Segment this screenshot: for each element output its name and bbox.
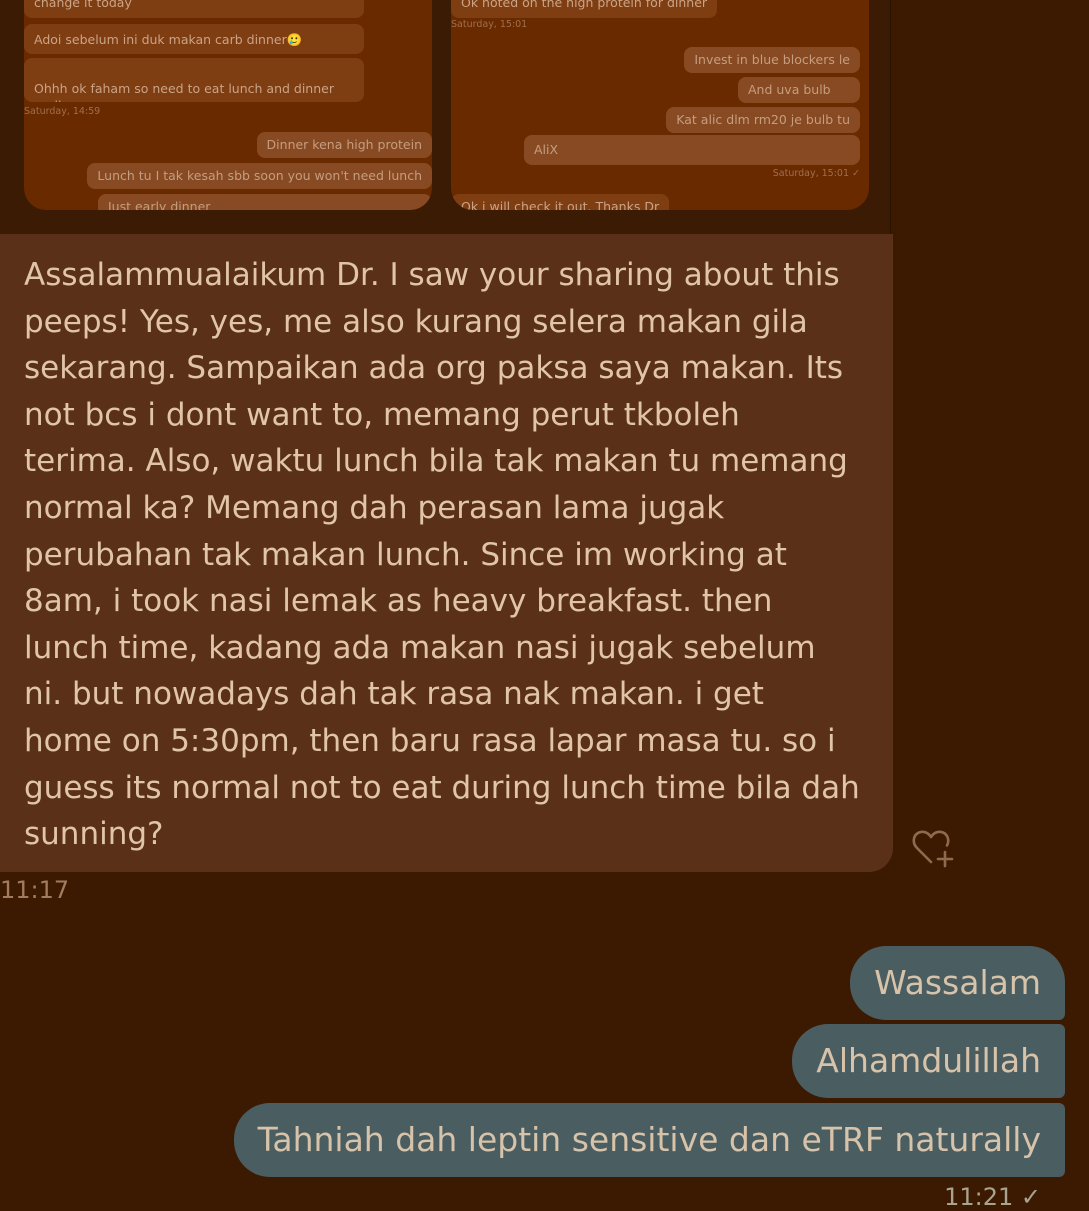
mini-incoming-bubble: Ok noted on the high protein for dinner bbox=[451, 0, 718, 18]
mini-text: Ohhh ok faham so need to eat lunch and d… bbox=[34, 81, 334, 102]
mini-outgoing-bubble: AliX bbox=[524, 135, 860, 165]
mini-text: Lunch tu I tak kesah sbb soon you won't … bbox=[97, 168, 422, 183]
outgoing-message-text: Tahniah dah leptin sensitive dan eTRF na… bbox=[257, 1120, 1041, 1159]
mini-outgoing-bubble: Dinner kena high protein bbox=[256, 132, 432, 158]
mini-outgoing-bubble: And uva bulb bbox=[738, 77, 860, 103]
screenshot-right-panel: Ok noted on the high protein for dinner … bbox=[451, 0, 869, 210]
outgoing-message-bubble[interactable]: Wassalam bbox=[850, 946, 1065, 1020]
outgoing-message-bubble[interactable]: Alhamdulillah bbox=[792, 1024, 1065, 1098]
incoming-timestamp: 11:17 bbox=[0, 876, 70, 904]
screenshot-left-panel: change it today Adoi sebelum ini duk mak… bbox=[24, 0, 432, 210]
mini-incoming-bubble: Ok i will check it out. Thanks Dr bbox=[451, 194, 670, 210]
shared-screenshot-image[interactable]: change it today Adoi sebelum ini duk mak… bbox=[0, 0, 891, 234]
mini-incoming-bubble: change it today bbox=[24, 0, 364, 18]
mini-outgoing-bubble: Kat alic dlm rm20 je bulb tu bbox=[666, 107, 860, 133]
heart-plus-icon[interactable] bbox=[912, 828, 956, 868]
mini-text: Kat alic dlm rm20 je bulb tu bbox=[676, 112, 850, 127]
mini-timestamp: Saturday, 15:01 ✓ bbox=[772, 168, 860, 179]
incoming-message-text: Assalammualaikum Dr. I saw your sharing … bbox=[24, 257, 860, 853]
outgoing-message-text: Alhamdulillah bbox=[816, 1041, 1041, 1080]
mini-text: Ok noted on the high protein for dinner bbox=[461, 0, 708, 10]
mini-text: Dinner kena high protein bbox=[266, 137, 422, 152]
mini-timestamp: Saturday, 15:01 bbox=[451, 19, 528, 30]
mini-text: change it today bbox=[34, 0, 132, 10]
mini-outgoing-bubble: Lunch tu I tak kesah sbb soon you won't … bbox=[87, 163, 432, 189]
mini-text: And uva bulb bbox=[748, 82, 831, 97]
mini-text: Just early dinner bbox=[108, 199, 211, 210]
incoming-message-bubble[interactable]: Assalammualaikum Dr. I saw your sharing … bbox=[0, 234, 893, 872]
outgoing-message-text: Wassalam bbox=[874, 963, 1041, 1002]
mini-text: Invest in blue blockers le bbox=[694, 52, 850, 67]
mini-text: Adoi sebelum ini duk makan carb dinner🥲 bbox=[34, 32, 303, 47]
outgoing-message-bubble[interactable]: Tahniah dah leptin sensitive dan eTRF na… bbox=[233, 1103, 1065, 1177]
mini-outgoing-bubble: Invest in blue blockers le bbox=[684, 47, 860, 73]
mini-incoming-bubble: Adoi sebelum ini duk makan carb dinner🥲 bbox=[24, 24, 364, 54]
mini-incoming-bubble: Ohhh ok faham so need to eat lunch and d… bbox=[24, 58, 364, 102]
outgoing-timestamp: 11:21 ✓ bbox=[944, 1183, 1041, 1211]
mini-outgoing-bubble: Just early dinner bbox=[98, 194, 432, 210]
mini-timestamp: Saturday, 14:59 bbox=[24, 106, 101, 117]
mini-text: AliX bbox=[534, 142, 559, 157]
mini-text: Ok i will check it out. Thanks Dr bbox=[461, 199, 660, 210]
